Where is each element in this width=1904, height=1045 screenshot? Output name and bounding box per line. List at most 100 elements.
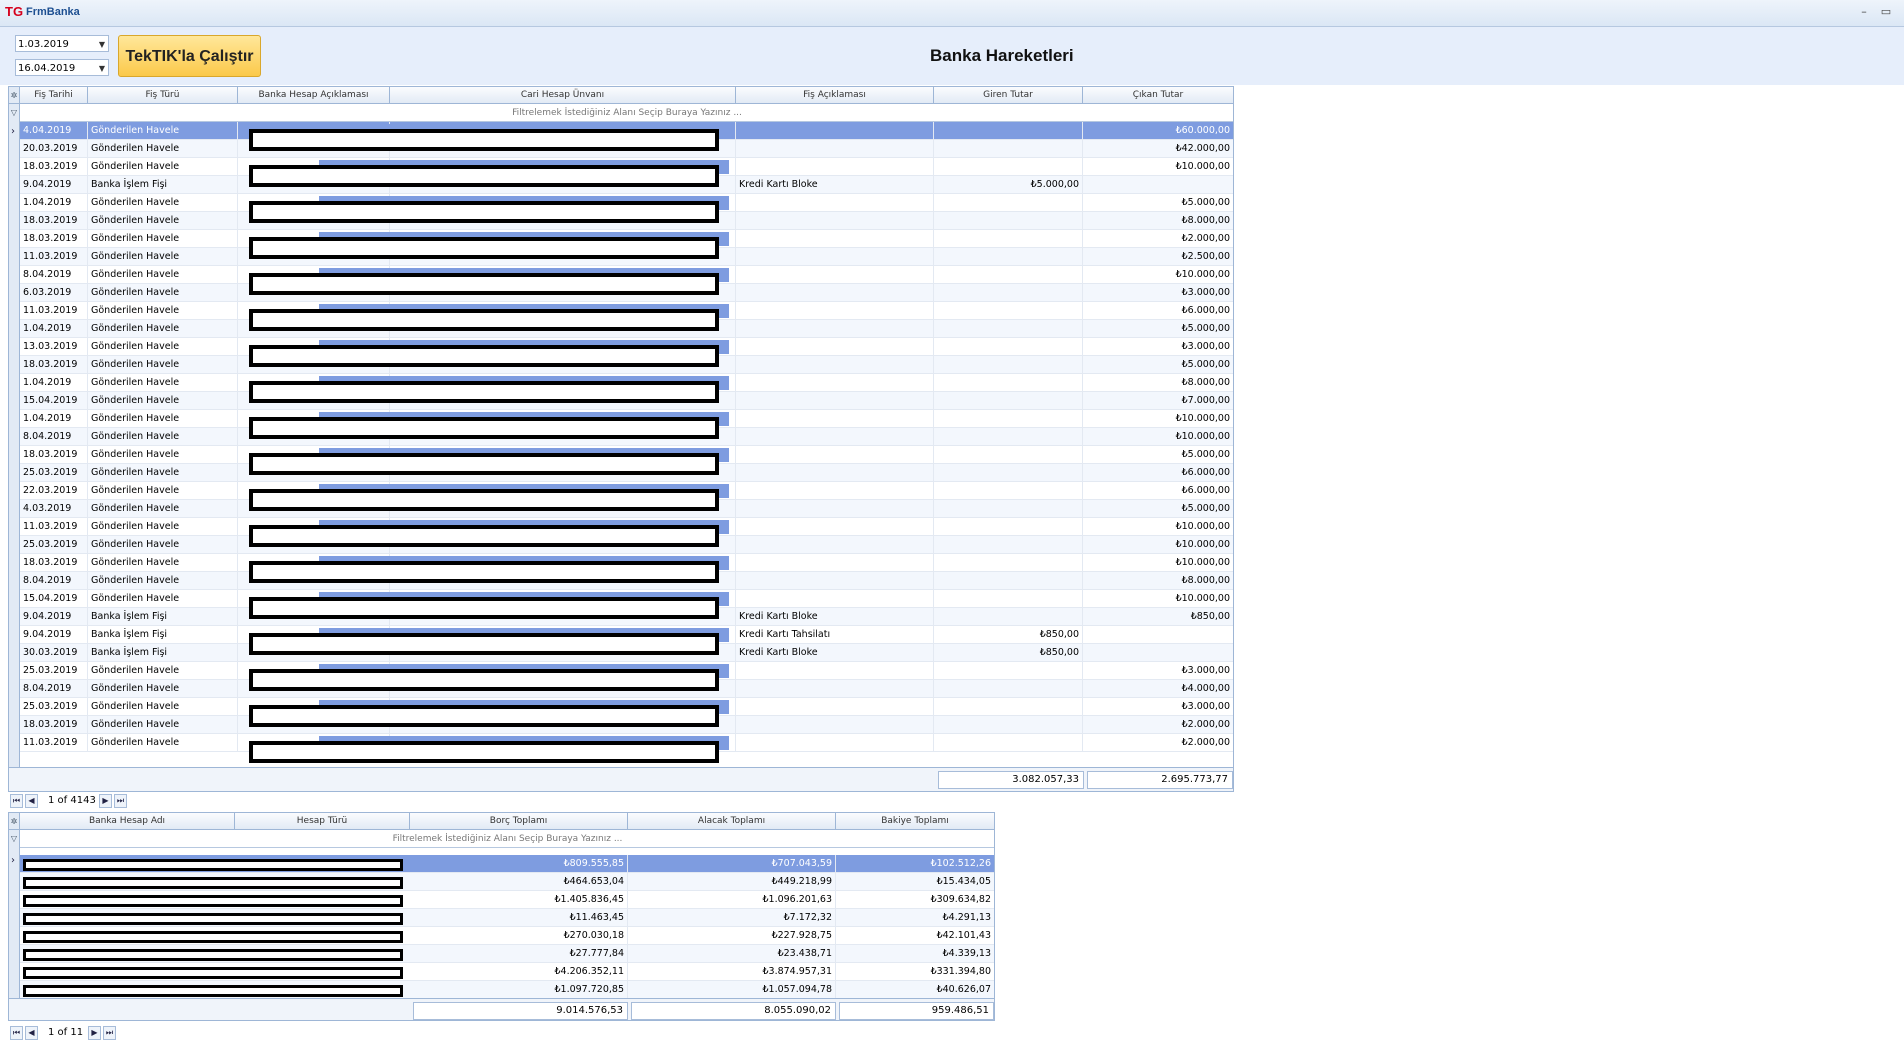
cell-date: 8.04.2019 — [20, 680, 88, 698]
first-page-icon[interactable]: ⏮ — [10, 1026, 23, 1040]
cell-out: ₺10.000,00 — [1083, 518, 1233, 536]
total-giren: 3.082.057,33 — [938, 771, 1084, 789]
summary-footer: 3.082.057,33 2.695.773,77 — [9, 767, 1233, 791]
start-date-value: 1.03.2019 — [18, 39, 69, 50]
cell-in — [934, 356, 1083, 374]
first-page-icon[interactable]: ⏮ — [10, 794, 23, 808]
prev-page-icon[interactable]: ◀ — [25, 794, 38, 808]
cell-in — [934, 500, 1083, 518]
bank-summary-grid: ✲ Banka Hesap Adı Hesap Türü Borç Toplamı A… — [8, 812, 995, 1021]
last-page-icon[interactable]: ⏭ — [114, 794, 127, 808]
cell-bakiye: ₺4.291,13 — [836, 909, 994, 927]
column-header[interactable]: Hesap Türü — [235, 813, 410, 830]
cell-borc: ₺4.206.352,11 — [410, 963, 628, 981]
column-header[interactable]: Banka Hesap Açıklaması — [238, 87, 390, 104]
cell-out: ₺3.000,00 — [1083, 284, 1233, 302]
column-header[interactable]: Cari Hesap Ünvanı — [390, 87, 736, 104]
redaction-box — [249, 309, 719, 331]
cell-in — [934, 734, 1083, 752]
cell-desc — [736, 554, 934, 572]
cell-out: ₺3.000,00 — [1083, 698, 1233, 716]
cell-type: Gönderilen Havele — [88, 446, 238, 464]
cell-type: Gönderilen Havele — [88, 428, 238, 446]
cell-desc — [736, 212, 934, 230]
cell-desc: Kredi Kartı Bloke — [736, 176, 934, 194]
cell-out: ₺10.000,00 — [1083, 536, 1233, 554]
column-chooser-icon[interactable]: ✲ — [9, 87, 20, 104]
cell-desc — [736, 734, 934, 752]
last-page-icon[interactable]: ⏭ — [103, 1026, 116, 1040]
filter-row[interactable]: Filtrelemek İstediğiniz Alanı Seçip Bura… — [20, 830, 994, 848]
column-header[interactable]: Fiş Tarihi — [20, 87, 88, 104]
page-title: Banka Hareketleri — [930, 46, 1074, 65]
cell-out: ₺6.000,00 — [1083, 302, 1233, 320]
column-header[interactable]: Fiş Türü — [88, 87, 238, 104]
column-chooser-icon[interactable]: ✲ — [9, 813, 20, 830]
column-header[interactable]: Çıkan Tutar — [1083, 87, 1233, 104]
column-header[interactable]: Bakiye Toplamı — [836, 813, 994, 830]
cell-desc — [736, 338, 934, 356]
cell-date: 6.03.2019 — [20, 284, 88, 302]
cell-type: Gönderilen Havele — [88, 554, 238, 572]
redaction-box — [249, 561, 719, 583]
redaction-box — [23, 985, 403, 997]
cell-out: ₺5.000,00 — [1083, 194, 1233, 212]
redaction-box — [249, 633, 719, 655]
filter-row[interactable]: Filtrelemek İstediğiniz Alanı Seçip Bura… — [20, 104, 1233, 122]
total-borc: 9.014.576,53 — [413, 1002, 628, 1020]
cell-in — [934, 338, 1083, 356]
cell-borc: ₺27.777,84 — [410, 945, 628, 963]
cell-in — [934, 248, 1083, 266]
filter-icon[interactable]: ▽ — [9, 104, 20, 122]
redaction-box — [249, 705, 719, 727]
cell-type: Gönderilen Havele — [88, 410, 238, 428]
cell-type: Gönderilen Havele — [88, 572, 238, 590]
cell-out: ₺3.000,00 — [1083, 662, 1233, 680]
cell-desc — [736, 410, 934, 428]
cell-date: 8.04.2019 — [20, 428, 88, 446]
end-date-picker[interactable]: 16.04.2019 ▼ — [15, 59, 109, 76]
cell-type: Gönderilen Havele — [88, 662, 238, 680]
cell-in — [934, 302, 1083, 320]
start-date-picker[interactable]: 1.03.2019 ▼ — [15, 35, 109, 52]
redaction-box — [23, 967, 403, 979]
cell-in — [934, 554, 1083, 572]
cell-date: 9.04.2019 — [20, 176, 88, 194]
redaction-box — [249, 165, 719, 187]
cell-out: ₺850,00 — [1083, 608, 1233, 626]
cell-in: ₺850,00 — [934, 626, 1083, 644]
minimize-icon[interactable]: – — [1856, 4, 1872, 20]
cell-type: Gönderilen Havele — [88, 320, 238, 338]
cell-desc — [736, 266, 934, 284]
column-header[interactable]: Borç Toplamı — [410, 813, 628, 830]
redaction-box — [23, 949, 403, 961]
redaction-box — [249, 345, 719, 367]
cell-type: Gönderilen Havele — [88, 266, 238, 284]
cell-in: ₺850,00 — [934, 644, 1083, 662]
cell-desc — [736, 248, 934, 266]
column-header[interactable]: Alacak Toplamı — [628, 813, 836, 830]
cell-type: Gönderilen Havele — [88, 500, 238, 518]
prev-page-icon[interactable]: ◀ — [25, 1026, 38, 1040]
cell-in — [934, 608, 1083, 626]
run-button[interactable]: TekTIK'la Çalıştır — [118, 35, 261, 77]
cell-date: 11.03.2019 — [20, 248, 88, 266]
column-header[interactable]: Banka Hesap Adı — [20, 813, 235, 830]
chevron-down-icon[interactable]: ▼ — [99, 60, 105, 77]
cell-desc — [736, 464, 934, 482]
column-header[interactable]: Giren Tutar — [934, 87, 1083, 104]
next-page-icon[interactable]: ▶ — [88, 1026, 101, 1040]
cell-out: ₺5.000,00 — [1083, 356, 1233, 374]
total-alacak: 8.055.090,02 — [631, 1002, 836, 1020]
cell-in — [934, 194, 1083, 212]
cell-desc — [736, 500, 934, 518]
restore-icon[interactable]: ▭ — [1878, 4, 1894, 20]
cell-type: Banka İşlem Fişi — [88, 644, 238, 662]
cell-out: ₺5.000,00 — [1083, 446, 1233, 464]
next-page-icon[interactable]: ▶ — [99, 794, 112, 808]
cell-out: ₺8.000,00 — [1083, 212, 1233, 230]
chevron-down-icon[interactable]: ▼ — [99, 36, 105, 53]
cell-type: Gönderilen Havele — [88, 338, 238, 356]
column-header[interactable]: Fiş Açıklaması — [736, 87, 934, 104]
filter-icon[interactable]: ▽ — [9, 830, 20, 848]
